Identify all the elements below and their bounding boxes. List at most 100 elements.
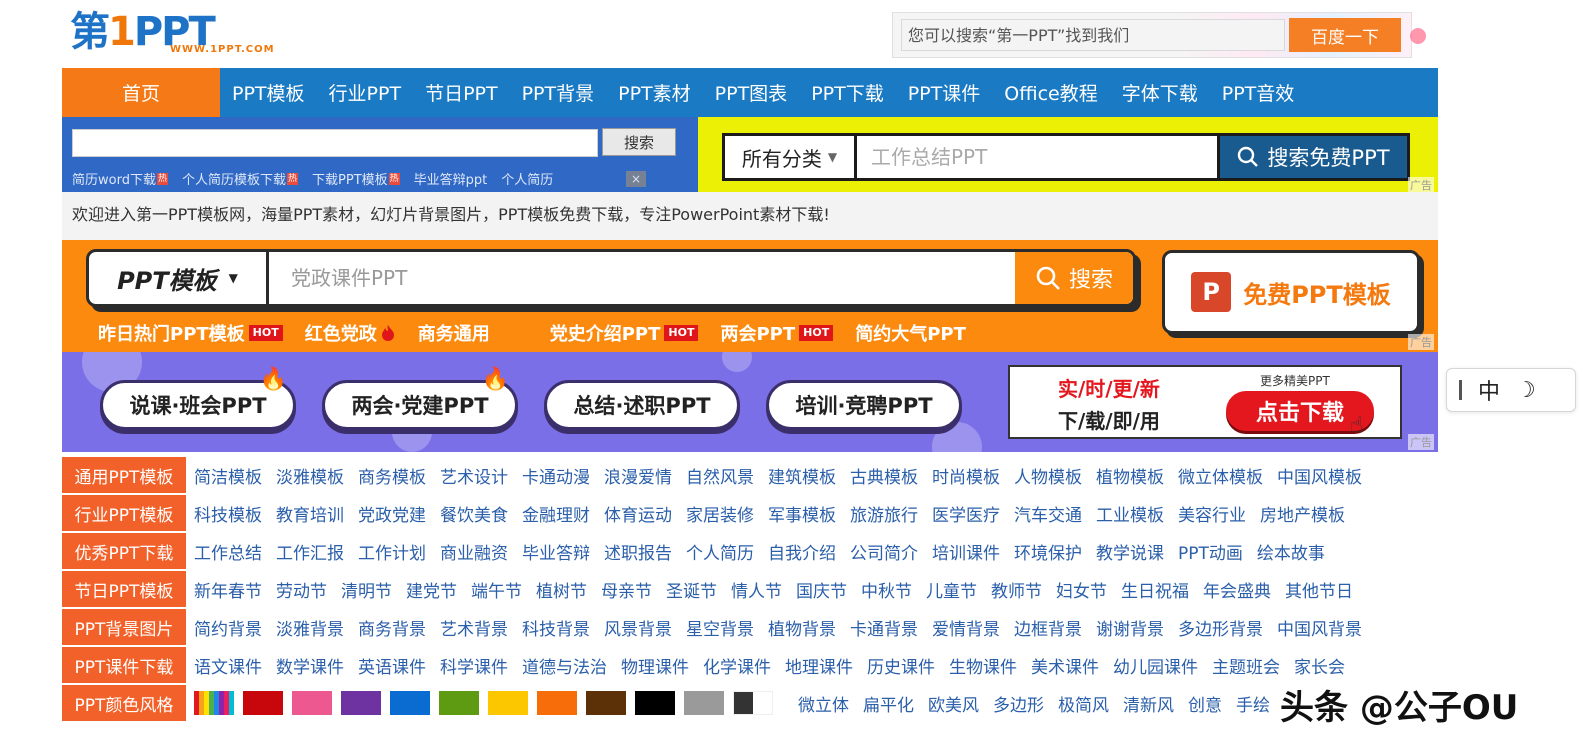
close-icon[interactable]: × — [626, 171, 646, 187]
style-link[interactable]: 欧美风 — [928, 691, 979, 716]
category-link[interactable]: 时尚模板 — [932, 463, 1000, 488]
category-link[interactable]: 培训课件 — [932, 539, 1000, 564]
category-link[interactable]: 房地产模板 — [1260, 501, 1345, 526]
category-link[interactable]: 自然风景 — [686, 463, 754, 488]
download-ad[interactable]: 实/时/更/新 下/载/即/用 更多精美PPT 点击下载 ☝ — [1008, 365, 1402, 439]
category-link[interactable]: 体育运动 — [604, 501, 672, 526]
category-link[interactable]: 美术课件 — [1031, 653, 1099, 678]
color-swatch[interactable] — [635, 691, 675, 715]
style-link[interactable]: 多边形 — [993, 691, 1044, 716]
category-link[interactable]: 国庆节 — [796, 577, 847, 602]
category-link[interactable]: 旅游旅行 — [850, 501, 918, 526]
color-swatch[interactable] — [292, 691, 332, 715]
free-ppt-search-input[interactable] — [857, 136, 1217, 178]
category-link[interactable]: 家居装修 — [686, 501, 754, 526]
category-link[interactable]: 自我介绍 — [768, 539, 836, 564]
category-link[interactable]: 人物模板 — [1014, 463, 1082, 488]
category-link[interactable]: 生物课件 — [949, 653, 1017, 678]
nav-home[interactable]: 首页 — [62, 68, 220, 117]
category-link[interactable]: 卡通背景 — [850, 615, 918, 640]
category-link[interactable]: 汽车交通 — [1014, 501, 1082, 526]
category-link[interactable]: 英语课件 — [358, 653, 426, 678]
category-link[interactable]: 边框背景 — [1014, 615, 1082, 640]
category-link[interactable]: 毕业答辩 — [522, 539, 590, 564]
baidu-search-button[interactable]: 百度一下 — [1289, 18, 1401, 52]
category-link[interactable]: 清明节 — [341, 577, 392, 602]
category-link[interactable]: 植树节 — [536, 577, 587, 602]
category-link[interactable]: 母亲节 — [601, 577, 652, 602]
category-link[interactable]: 幼儿园课件 — [1113, 653, 1198, 678]
category-select[interactable]: 所有分类 ▼ — [725, 136, 857, 178]
category-link[interactable]: 植物模板 — [1096, 463, 1164, 488]
ime-toolbar[interactable]: 中 ☽ — [1446, 368, 1576, 412]
nav-item[interactable]: 行业PPT — [317, 68, 414, 117]
color-swatch[interactable] — [537, 691, 577, 715]
nav-item[interactable]: 字体下载 — [1110, 68, 1210, 117]
category-link[interactable]: 美容行业 — [1178, 501, 1246, 526]
category-link[interactable]: 劳动节 — [276, 577, 327, 602]
style-link[interactable]: 手绘 — [1236, 691, 1270, 716]
category-link[interactable]: 卡通动漫 — [522, 463, 590, 488]
color-swatch[interactable] — [733, 691, 773, 715]
category-link[interactable]: 建党节 — [406, 577, 457, 602]
category-link[interactable]: 工作汇报 — [276, 539, 344, 564]
style-link[interactable]: 清新风 — [1123, 691, 1174, 716]
category-link[interactable]: 新年春节 — [194, 577, 262, 602]
nav-item[interactable]: PPT音效 — [1210, 68, 1307, 117]
site-search-input[interactable] — [72, 129, 598, 157]
category-link[interactable]: 中秋节 — [861, 577, 912, 602]
style-link[interactable]: 极简风 — [1058, 691, 1109, 716]
category-link[interactable]: 地理课件 — [785, 653, 853, 678]
category-link[interactable]: 教师节 — [991, 577, 1042, 602]
nav-item[interactable]: PPT模板 — [220, 68, 317, 117]
category-link[interactable]: 淡雅模板 — [276, 463, 344, 488]
color-swatch[interactable] — [586, 691, 626, 715]
category-link[interactable]: 餐饮美食 — [440, 501, 508, 526]
category-label[interactable]: PPT课件下载 — [62, 647, 186, 683]
category-link[interactable]: 工作总结 — [194, 539, 262, 564]
category-link[interactable]: 数学课件 — [276, 653, 344, 678]
category-link[interactable]: 淡雅背景 — [276, 615, 344, 640]
category-link[interactable]: 简洁模板 — [194, 463, 262, 488]
nav-item[interactable]: PPT图表 — [703, 68, 800, 117]
nav-item[interactable]: PPT课件 — [896, 68, 993, 117]
site-search-button[interactable]: 搜索 — [602, 128, 676, 156]
color-swatch[interactable] — [390, 691, 430, 715]
color-swatch[interactable] — [194, 691, 234, 715]
color-swatch[interactable] — [341, 691, 381, 715]
category-link[interactable]: 情人节 — [731, 577, 782, 602]
category-link[interactable]: 妇女节 — [1056, 577, 1107, 602]
category-label[interactable]: 通用PPT模板 — [62, 457, 186, 493]
category-link[interactable]: 教学说课 — [1096, 539, 1164, 564]
category-link[interactable]: 科技模板 — [194, 501, 262, 526]
category-link[interactable]: 商务背景 — [358, 615, 426, 640]
category-link[interactable]: 端午节 — [471, 577, 522, 602]
hot-tag[interactable]: 商务通用 — [418, 320, 490, 346]
category-link[interactable]: 风景背景 — [604, 615, 672, 640]
drag-handle-icon[interactable] — [1459, 380, 1462, 400]
category-link[interactable]: 其他节日 — [1285, 577, 1353, 602]
free-ppt-template-button[interactable]: P 免费PPT模板 — [1162, 250, 1420, 334]
hot-search-link[interactable]: 简历word下载热 — [72, 169, 168, 188]
category-link[interactable]: 圣诞节 — [666, 577, 717, 602]
nav-item[interactable]: Office教程 — [992, 68, 1109, 117]
category-link[interactable]: 工作计划 — [358, 539, 426, 564]
nav-item[interactable]: PPT素材 — [606, 68, 703, 117]
category-link[interactable]: 爱情背景 — [932, 615, 1000, 640]
template-search-button[interactable]: 搜索 — [1015, 252, 1133, 304]
hot-tag[interactable]: 两会PPT HOT — [720, 320, 834, 346]
category-link[interactable]: 中国风模板 — [1277, 463, 1362, 488]
category-link[interactable]: 环境保护 — [1014, 539, 1082, 564]
quick-category-pill[interactable]: 两会·党建PPT 🔥 — [322, 367, 518, 430]
category-link[interactable]: 古典模板 — [850, 463, 918, 488]
category-link[interactable]: 浪漫爱情 — [604, 463, 672, 488]
color-swatch[interactable] — [684, 691, 724, 715]
category-link[interactable]: 公司简介 — [850, 539, 918, 564]
quick-category-pill[interactable]: 总结·述职PPT — [544, 380, 740, 430]
category-link[interactable]: 语文课件 — [194, 653, 262, 678]
template-category-select[interactable]: PPT模板 ▼ — [89, 252, 269, 304]
moon-icon[interactable]: ☽ — [1516, 378, 1536, 403]
style-link[interactable]: 扁平化 — [863, 691, 914, 716]
color-swatch[interactable] — [488, 691, 528, 715]
category-link[interactable]: 商务模板 — [358, 463, 426, 488]
